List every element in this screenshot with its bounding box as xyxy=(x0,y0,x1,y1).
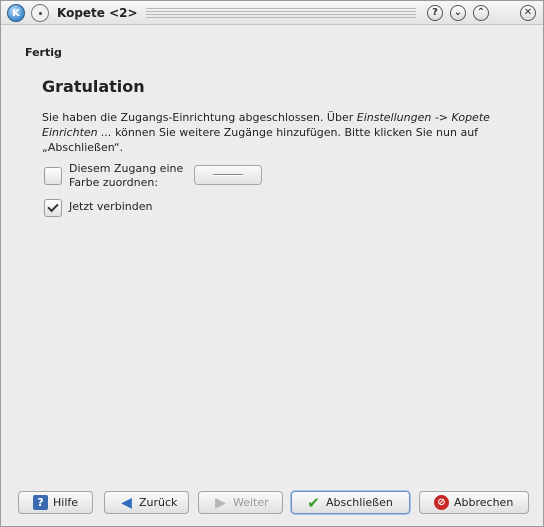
finish-button-label: Abschließen xyxy=(326,496,393,509)
cancel-button-label: Abbrechen xyxy=(454,496,514,509)
help-button-label: Hilfe xyxy=(53,496,79,509)
description-part1: Sie haben die Zugangs-Einrichtung abgesc… xyxy=(42,111,357,124)
minimize-icon[interactable]: ⌄ xyxy=(450,5,466,21)
color-checkbox-label[interactable]: Diesem Zugang eine Farbe zuordnen: xyxy=(69,162,194,190)
title-bar[interactable]: K Kopete <2> ? ⌄ ⌃ ✕ xyxy=(1,1,543,25)
finish-checkmark-icon: ✔ xyxy=(307,493,320,512)
finish-button[interactable]: ✔ Abschließen xyxy=(291,491,410,514)
color-swatch xyxy=(213,174,243,176)
cancel-icon: ⊘ xyxy=(434,495,449,510)
page-heading: Gratulation xyxy=(42,77,145,96)
window-title: Kopete <2> xyxy=(57,6,138,20)
window-menu-icon[interactable] xyxy=(31,4,49,22)
close-icon[interactable]: ✕ xyxy=(520,5,536,21)
help-icon: ? xyxy=(33,495,48,510)
wizard-window: K Kopete <2> ? ⌄ ⌃ ✕ Fertig Gratulation … xyxy=(0,0,544,527)
maximize-icon[interactable]: ⌃ xyxy=(473,5,489,21)
cancel-button[interactable]: ⊘ Abbrechen xyxy=(419,491,529,514)
connect-now-checkbox[interactable] xyxy=(44,199,62,217)
next-button: ▶ Weiter xyxy=(198,491,283,514)
title-bar-decoration xyxy=(146,8,416,20)
description-text: Sie haben die Zugangs-Einrichtung abgesc… xyxy=(42,110,512,155)
arrow-right-icon: ▶ xyxy=(215,494,226,511)
help-button[interactable]: ? Hilfe xyxy=(18,491,93,514)
checkmark-icon xyxy=(47,200,59,213)
back-button[interactable]: ◀ Zurück xyxy=(104,491,189,514)
color-checkbox[interactable] xyxy=(44,167,62,185)
connect-now-label[interactable]: Jetzt verbinden xyxy=(69,200,152,214)
kopete-app-icon[interactable]: K xyxy=(7,4,25,22)
color-picker-button[interactable] xyxy=(194,165,262,185)
step-title: Fertig xyxy=(25,46,62,59)
back-button-label: Zurück xyxy=(139,496,178,509)
next-button-label: Weiter xyxy=(233,496,269,509)
context-help-icon[interactable]: ? xyxy=(427,5,443,21)
arrow-left-icon: ◀ xyxy=(121,494,132,511)
